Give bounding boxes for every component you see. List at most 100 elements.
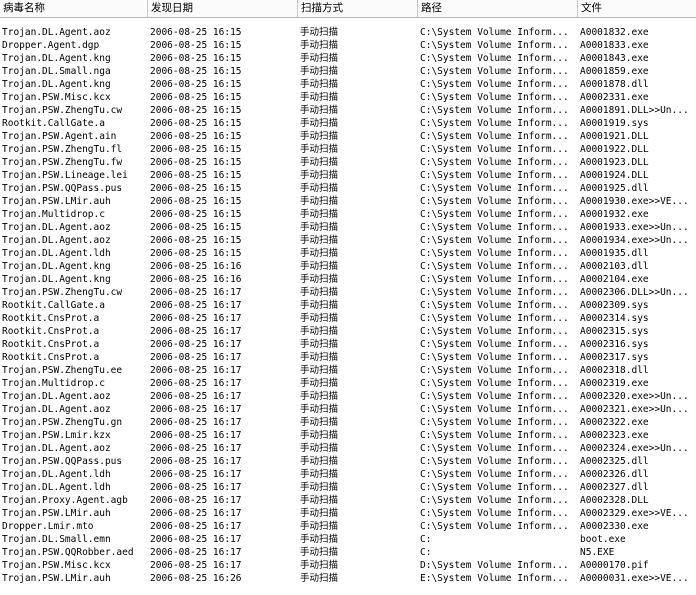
virus-name-cell: Trojan.PSW.QQPass.pus [2, 183, 123, 194]
scan-method-cell: 手动扫描 [300, 508, 339, 519]
scan-method-cell: 手动扫描 [300, 248, 339, 259]
table-row[interactable]: Trojan.DL.Agent.aoz 2006-08-25 16:15 手动扫描 C… [0, 26, 696, 39]
table-row[interactable]: Rootkit.CallGate.a 2006-08-25 16:15 手动扫描 C:… [0, 117, 696, 130]
file-cell: A0002309.sys [580, 300, 649, 311]
table-row[interactable]: Trojan.PSW.Misc.kcx 2006-08-25 16:15 手动扫描 C… [0, 91, 696, 104]
table-row[interactable]: Trojan.PSW.LMir.auh 2006-08-25 16:17 手动扫描 C… [0, 507, 696, 520]
table-row[interactable]: Trojan.PSW.ZhengTu.gn 2006-08-25 16:17 手动扫… [0, 416, 696, 429]
virus-name-cell: Trojan.DL.Agent.kng [2, 261, 111, 272]
table-row[interactable]: Trojan.DL.Agent.ldh 2006-08-25 16:15 手动扫描 C… [0, 247, 696, 260]
table-row[interactable]: Trojan.PSW.LMir.auh 2006-08-25 16:15 手动扫描 C… [0, 195, 696, 208]
file-cell: A0001925.dll [580, 183, 649, 194]
column-header-path[interactable]: 路径 [418, 0, 578, 17]
table-row[interactable]: Trojan.Multidrop.c 2006-08-25 16:17 手动扫描 C:… [0, 377, 696, 390]
file-cell: A0001878.dll [580, 79, 649, 90]
found-date-cell: 2006-08-25 16:17 [150, 287, 242, 298]
table-row[interactable]: Trojan.PSW.QQPass.pus 2006-08-25 16:15 手动扫… [0, 182, 696, 195]
virus-name-cell: Rootkit.CallGate.a [2, 300, 105, 311]
table-row[interactable]: Trojan.DL.Small.emn 2006-08-25 16:17 手动扫描 C… [0, 533, 696, 546]
found-date-cell: 2006-08-25 16:15 [150, 222, 242, 233]
table-row[interactable]: Trojan.PSW.QQPass.pus 2006-08-25 16:17 手动扫… [0, 455, 696, 468]
virus-name-cell: Rootkit.CnsProt.a [2, 326, 100, 337]
table-row[interactable]: Trojan.PSW.LMir.auh 2006-08-25 16:26 手动扫描 E… [0, 572, 696, 585]
table-row[interactable]: Rootkit.CnsProt.a 2006-08-25 16:17 手动扫描 C:\… [0, 338, 696, 351]
found-date-cell: 2006-08-25 16:15 [150, 105, 242, 116]
scan-method-cell: 手动扫描 [300, 313, 339, 324]
virus-log-list[interactable]: 病毒名称 发现日期 扫描方式 路径 文件 Trojan.DL.Agent.aoz… [0, 0, 696, 595]
virus-name-cell: Trojan.PSW.ZhengTu.ee [2, 365, 123, 376]
table-row[interactable]: Dropper.Agent.dgp 2006-08-25 16:15 手动扫描 C:\… [0, 39, 696, 52]
virus-name-cell: Rootkit.CnsProt.a [2, 339, 100, 350]
table-row[interactable]: Rootkit.CnsProt.a 2006-08-25 16:17 手动扫描 C:\… [0, 312, 696, 325]
table-row[interactable]: Trojan.PSW.ZhengTu.ee 2006-08-25 16:17 手动扫… [0, 364, 696, 377]
table-row[interactable]: Trojan.PSW.Misc.kcx 2006-08-25 16:17 手动扫描 D… [0, 559, 696, 572]
table-row[interactable]: Rootkit.CnsProt.a 2006-08-25 16:17 手动扫描 C:\… [0, 325, 696, 338]
file-cell: A0002318.dll [580, 365, 649, 376]
virus-name-cell: Trojan.DL.Agent.aoz [2, 404, 111, 415]
found-date-cell: 2006-08-25 16:17 [150, 521, 242, 532]
table-row[interactable]: Trojan.PSW.Agent.ain 2006-08-25 16:15 手动扫描… [0, 130, 696, 143]
file-cell: A0002104.exe [580, 274, 649, 285]
table-row[interactable]: Trojan.DL.Agent.ldh 2006-08-25 16:17 手动扫描 C… [0, 481, 696, 494]
scan-method-cell: 手动扫描 [300, 404, 339, 415]
table-row[interactable]: Trojan.Multidrop.c 2006-08-25 16:15 手动扫描 C:… [0, 208, 696, 221]
virus-name-cell: Trojan.PSW.ZhengTu.fl [2, 144, 123, 155]
found-date-cell: 2006-08-25 16:15 [150, 196, 242, 207]
column-header-found-date[interactable]: 发现日期 [148, 0, 298, 17]
virus-name-cell: Trojan.Proxy.Agent.agb [2, 495, 128, 506]
table-row[interactable]: Trojan.DL.Agent.ldh 2006-08-25 16:17 手动扫描 C… [0, 468, 696, 481]
found-date-cell: 2006-08-25 16:17 [150, 404, 242, 415]
file-cell: A0002322.exe [580, 417, 649, 428]
table-row[interactable]: Trojan.DL.Agent.aoz 2006-08-25 16:15 手动扫描 C… [0, 221, 696, 234]
scan-method-cell: 手动扫描 [300, 170, 339, 181]
file-cell: A0002330.exe [580, 521, 649, 532]
found-date-cell: 2006-08-25 16:17 [150, 391, 242, 402]
file-cell: A0002325.dll [580, 456, 649, 467]
found-date-cell: 2006-08-25 16:15 [150, 248, 242, 259]
scan-method-cell: 手动扫描 [300, 287, 339, 298]
table-row[interactable]: Trojan.DL.Agent.kng 2006-08-25 16:15 手动扫描 C… [0, 52, 696, 65]
table-row[interactable]: Trojan.DL.Agent.aoz 2006-08-25 16:15 手动扫描 C… [0, 234, 696, 247]
table-row[interactable]: Trojan.DL.Small.nga 2006-08-25 16:15 手动扫描 C… [0, 65, 696, 78]
found-date-cell: 2006-08-25 16:17 [150, 534, 242, 545]
table-row[interactable]: Trojan.PSW.ZhengTu.cw 2006-08-25 16:15 手动扫… [0, 104, 696, 117]
found-date-cell: 2006-08-25 16:17 [150, 378, 242, 389]
table-row[interactable]: Rootkit.CnsProt.a 2006-08-25 16:17 手动扫描 C:\… [0, 351, 696, 364]
table-row[interactable]: Trojan.PSW.Lineage.lei 2006-08-25 16:15 手动… [0, 169, 696, 182]
virus-name-cell: Trojan.DL.Agent.aoz [2, 391, 111, 402]
virus-name-cell: Trojan.PSW.ZhengTu.gn [2, 417, 123, 428]
table-row[interactable]: Trojan.DL.Agent.kng 2006-08-25 16:15 手动扫描 C… [0, 78, 696, 91]
scan-method-cell: 手动扫描 [300, 352, 339, 363]
table-row[interactable]: Trojan.Proxy.Agent.agb 2006-08-25 16:17 手动… [0, 494, 696, 507]
column-header-scan-method[interactable]: 扫描方式 [298, 0, 418, 17]
table-row[interactable]: Trojan.PSW.ZhengTu.fl 2006-08-25 16:15 手动扫… [0, 143, 696, 156]
table-row[interactable]: Trojan.PSW.QQRobber.aed 2006-08-25 16:17 手… [0, 546, 696, 559]
found-date-cell: 2006-08-25 16:17 [150, 547, 242, 558]
column-header-file[interactable]: 文件 [578, 0, 696, 17]
scan-method-cell: 手动扫描 [300, 105, 339, 116]
path-cell: C:\System Volume Inform... [420, 352, 569, 363]
scan-method-cell: 手动扫描 [300, 131, 339, 142]
table-row[interactable]: Dropper.Lmir.mto 2006-08-25 16:17 手动扫描 C:\S… [0, 520, 696, 533]
virus-name-cell: Trojan.DL.Small.emn [2, 534, 111, 545]
table-row[interactable]: Trojan.DL.Agent.kng 2006-08-25 16:16 手动扫描 C… [0, 260, 696, 273]
path-cell: C:\System Volume Inform... [420, 300, 569, 311]
virus-name-cell: Trojan.Multidrop.c [2, 378, 105, 389]
table-row[interactable]: Trojan.PSW.Lmir.kzx 2006-08-25 16:17 手动扫描 C… [0, 429, 696, 442]
virus-name-cell: Trojan.PSW.QQRobber.aed [2, 547, 134, 558]
found-date-cell: 2006-08-25 16:17 [150, 313, 242, 324]
virus-name-cell: Trojan.PSW.ZhengTu.cw [2, 287, 123, 298]
scan-method-cell: 手动扫描 [300, 92, 339, 103]
table-row[interactable]: Trojan.DL.Agent.kng 2006-08-25 16:16 手动扫描 C… [0, 273, 696, 286]
found-date-cell: 2006-08-25 16:15 [150, 157, 242, 168]
table-row[interactable]: Trojan.PSW.ZhengTu.fw 2006-08-25 16:15 手动扫… [0, 156, 696, 169]
scan-method-cell: 手动扫描 [300, 183, 339, 194]
file-cell: A0002328.DLL [580, 495, 649, 506]
table-row[interactable]: Trojan.PSW.ZhengTu.cw 2006-08-25 16:17 手动扫… [0, 286, 696, 299]
column-header-virus-name[interactable]: 病毒名称 [0, 0, 148, 17]
virus-name-cell: Trojan.PSW.ZhengTu.cw [2, 105, 123, 116]
table-row[interactable]: Rootkit.CallGate.a 2006-08-25 16:17 手动扫描 C:… [0, 299, 696, 312]
table-row[interactable]: Trojan.DL.Agent.aoz 2006-08-25 16:17 手动扫描 C… [0, 390, 696, 403]
table-row[interactable]: Trojan.DL.Agent.aoz 2006-08-25 16:17 手动扫描 C… [0, 442, 696, 455]
table-row[interactable]: Trojan.DL.Agent.aoz 2006-08-25 16:17 手动扫描 C… [0, 403, 696, 416]
